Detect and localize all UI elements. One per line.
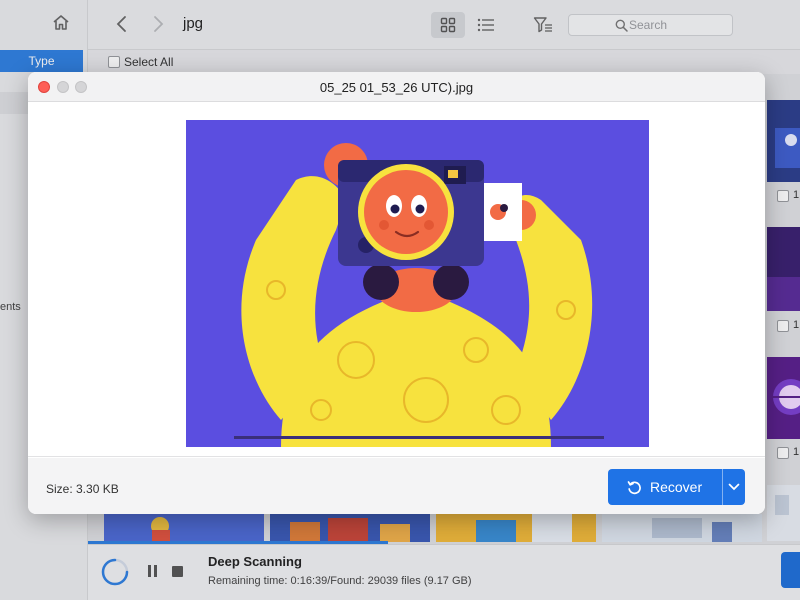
recover-button[interactable]: Recover (608, 469, 745, 505)
recover-main-button[interactable]: Recover (608, 469, 723, 505)
recover-dropdown-button[interactable] (723, 469, 745, 505)
chevron-down-icon (728, 483, 740, 491)
preview-dialog: 05_25 01_53_26 UTC).jpg Size: 3.30 KB Re… (28, 72, 765, 514)
recover-label: Recover (650, 479, 703, 495)
recover-icon (627, 480, 641, 494)
dialog-titlebar: 05_25 01_53_26 UTC).jpg (28, 72, 765, 102)
preview-area (28, 102, 765, 457)
file-size-label: Size: 3.30 KB (46, 482, 119, 496)
dialog-title: 05_25 01_53_26 UTC).jpg (319, 80, 474, 95)
preview-image (186, 120, 649, 447)
dialog-footer: Size: 3.30 KB Recover (28, 458, 765, 514)
